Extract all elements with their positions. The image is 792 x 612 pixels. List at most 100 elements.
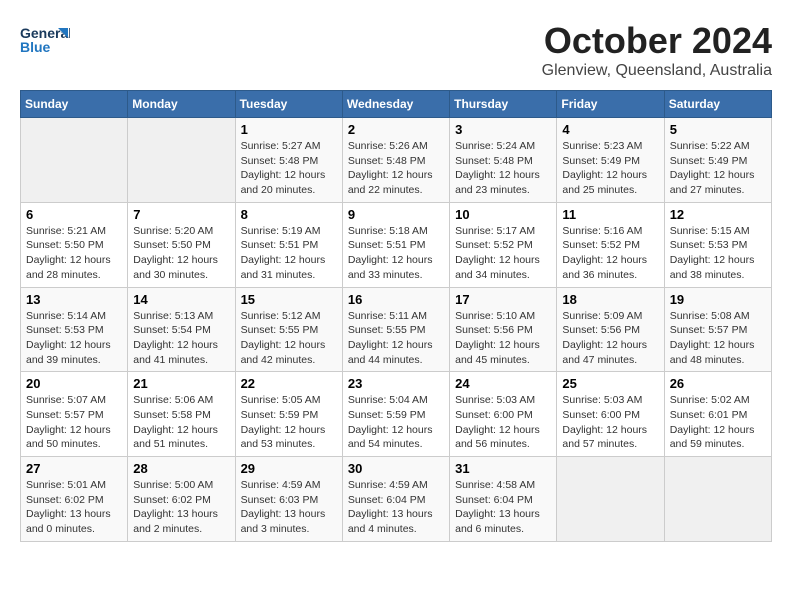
logo-icon: General Blue — [20, 20, 70, 60]
calendar-cell: 14 Sunrise: 5:13 AM Sunset: 5:54 PM Dayli… — [128, 287, 235, 372]
column-header-monday: Monday — [128, 91, 235, 118]
calendar-cell: 6 Sunrise: 5:21 AM Sunset: 5:50 PM Daylig… — [21, 202, 128, 287]
day-info: Sunrise: 5:00 AM Sunset: 6:02 PM Dayligh… — [133, 478, 229, 537]
calendar-cell: 2 Sunrise: 5:26 AM Sunset: 5:48 PM Daylig… — [342, 118, 449, 203]
day-number: 18 — [562, 292, 658, 307]
day-info: Sunrise: 5:18 AM Sunset: 5:51 PM Dayligh… — [348, 224, 444, 283]
day-info: Sunrise: 4:59 AM Sunset: 6:04 PM Dayligh… — [348, 478, 444, 537]
day-info: Sunrise: 5:06 AM Sunset: 5:58 PM Dayligh… — [133, 393, 229, 452]
day-number: 29 — [241, 461, 337, 476]
day-info: Sunrise: 5:05 AM Sunset: 5:59 PM Dayligh… — [241, 393, 337, 452]
day-info: Sunrise: 5:09 AM Sunset: 5:56 PM Dayligh… — [562, 309, 658, 368]
day-number: 13 — [26, 292, 122, 307]
day-number: 16 — [348, 292, 444, 307]
day-info: Sunrise: 5:22 AM Sunset: 5:49 PM Dayligh… — [670, 139, 766, 198]
calendar-cell: 24 Sunrise: 5:03 AM Sunset: 6:00 PM Dayli… — [450, 372, 557, 457]
day-info: Sunrise: 5:13 AM Sunset: 5:54 PM Dayligh… — [133, 309, 229, 368]
day-number: 10 — [455, 207, 551, 222]
calendar-cell — [664, 457, 771, 542]
page-header: General Blue October 2024 Glenview, Quee… — [20, 20, 772, 80]
column-header-saturday: Saturday — [664, 91, 771, 118]
calendar-cell — [557, 457, 664, 542]
day-number: 5 — [670, 122, 766, 137]
day-info: Sunrise: 5:19 AM Sunset: 5:51 PM Dayligh… — [241, 224, 337, 283]
calendar-cell: 1 Sunrise: 5:27 AM Sunset: 5:48 PM Daylig… — [235, 118, 342, 203]
day-number: 27 — [26, 461, 122, 476]
day-number: 28 — [133, 461, 229, 476]
day-info: Sunrise: 5:27 AM Sunset: 5:48 PM Dayligh… — [241, 139, 337, 198]
calendar-cell: 19 Sunrise: 5:08 AM Sunset: 5:57 PM Dayli… — [664, 287, 771, 372]
day-number: 7 — [133, 207, 229, 222]
calendar-cell: 17Sunrise: 5:10 AM Sunset: 5:56 PM Dayli… — [450, 287, 557, 372]
day-info: Sunrise: 5:14 AM Sunset: 5:53 PM Dayligh… — [26, 309, 122, 368]
day-info: Sunrise: 5:17 AM Sunset: 5:52 PM Dayligh… — [455, 224, 551, 283]
calendar-cell: 27Sunrise: 5:01 AM Sunset: 6:02 PM Dayli… — [21, 457, 128, 542]
calendar-cell: 26 Sunrise: 5:02 AM Sunset: 6:01 PM Dayli… — [664, 372, 771, 457]
day-number: 1 — [241, 122, 337, 137]
calendar-cell — [21, 118, 128, 203]
svg-text:Blue: Blue — [20, 39, 51, 55]
day-number: 12 — [670, 207, 766, 222]
day-info: Sunrise: 5:02 AM Sunset: 6:01 PM Dayligh… — [670, 393, 766, 452]
day-number: 9 — [348, 207, 444, 222]
day-number: 25 — [562, 376, 658, 391]
day-info: Sunrise: 5:23 AM Sunset: 5:49 PM Dayligh… — [562, 139, 658, 198]
day-number: 31 — [455, 461, 551, 476]
day-info: Sunrise: 5:07 AM Sunset: 5:57 PM Dayligh… — [26, 393, 122, 452]
calendar-cell: 9 Sunrise: 5:18 AM Sunset: 5:51 PM Daylig… — [342, 202, 449, 287]
day-number: 22 — [241, 376, 337, 391]
column-header-tuesday: Tuesday — [235, 91, 342, 118]
day-info: Sunrise: 5:03 AM Sunset: 6:00 PM Dayligh… — [455, 393, 551, 452]
calendar-cell: 12 Sunrise: 5:15 AM Sunset: 5:53 PM Dayli… — [664, 202, 771, 287]
calendar-cell: 5 Sunrise: 5:22 AM Sunset: 5:49 PM Daylig… — [664, 118, 771, 203]
day-number: 8 — [241, 207, 337, 222]
day-info: Sunrise: 5:12 AM Sunset: 5:55 PM Dayligh… — [241, 309, 337, 368]
calendar-cell: 18 Sunrise: 5:09 AM Sunset: 5:56 PM Dayli… — [557, 287, 664, 372]
calendar-cell: 25 Sunrise: 5:03 AM Sunset: 6:00 PM Dayli… — [557, 372, 664, 457]
day-info: Sunrise: 5:03 AM Sunset: 6:00 PM Dayligh… — [562, 393, 658, 452]
day-number: 6 — [26, 207, 122, 222]
day-info: Sunrise: 5:11 AM Sunset: 5:55 PM Dayligh… — [348, 309, 444, 368]
calendar-cell: 4Sunrise: 5:23 AM Sunset: 5:49 PM Daylig… — [557, 118, 664, 203]
calendar-cell: 28 Sunrise: 5:00 AM Sunset: 6:02 PM Dayli… — [128, 457, 235, 542]
day-info: Sunrise: 5:21 AM Sunset: 5:50 PM Dayligh… — [26, 224, 122, 283]
column-header-friday: Friday — [557, 91, 664, 118]
calendar-cell: 3 Sunrise: 5:24 AM Sunset: 5:48 PM Daylig… — [450, 118, 557, 203]
day-number: 2 — [348, 122, 444, 137]
calendar-cell: 20 Sunrise: 5:07 AM Sunset: 5:57 PM Dayli… — [21, 372, 128, 457]
day-number: 19 — [670, 292, 766, 307]
day-info: Sunrise: 4:59 AM Sunset: 6:03 PM Dayligh… — [241, 478, 337, 537]
day-info: Sunrise: 5:26 AM Sunset: 5:48 PM Dayligh… — [348, 139, 444, 198]
day-number: 24 — [455, 376, 551, 391]
calendar-cell: 21Sunrise: 5:06 AM Sunset: 5:58 PM Dayli… — [128, 372, 235, 457]
title-block: October 2024 Glenview, Queensland, Austr… — [542, 20, 772, 80]
calendar-cell: 7Sunrise: 5:20 AM Sunset: 5:50 PM Daylig… — [128, 202, 235, 287]
day-info: Sunrise: 5:15 AM Sunset: 5:53 PM Dayligh… — [670, 224, 766, 283]
logo: General Blue — [20, 20, 74, 60]
calendar-table: SundayMondayTuesdayWednesdayThursdayFrid… — [20, 90, 772, 542]
calendar-cell: 10 Sunrise: 5:17 AM Sunset: 5:52 PM Dayli… — [450, 202, 557, 287]
month-title: October 2024 — [542, 20, 772, 62]
calendar-cell: 23 Sunrise: 5:04 AM Sunset: 5:59 PM Dayli… — [342, 372, 449, 457]
location-title: Glenview, Queensland, Australia — [542, 62, 772, 80]
calendar-cell: 31 Sunrise: 4:58 AM Sunset: 6:04 PM Dayli… — [450, 457, 557, 542]
day-info: Sunrise: 5:24 AM Sunset: 5:48 PM Dayligh… — [455, 139, 551, 198]
day-number: 17 — [455, 292, 551, 307]
day-info: Sunrise: 4:58 AM Sunset: 6:04 PM Dayligh… — [455, 478, 551, 537]
calendar-cell: 16 Sunrise: 5:11 AM Sunset: 5:55 PM Dayli… — [342, 287, 449, 372]
day-info: Sunrise: 5:08 AM Sunset: 5:57 PM Dayligh… — [670, 309, 766, 368]
day-number: 3 — [455, 122, 551, 137]
day-number: 14 — [133, 292, 229, 307]
calendar-cell: 22 Sunrise: 5:05 AM Sunset: 5:59 PM Dayli… — [235, 372, 342, 457]
calendar-cell — [128, 118, 235, 203]
day-number: 26 — [670, 376, 766, 391]
day-number: 23 — [348, 376, 444, 391]
day-number: 11 — [562, 207, 658, 222]
day-info: Sunrise: 5:04 AM Sunset: 5:59 PM Dayligh… — [348, 393, 444, 452]
column-header-sunday: Sunday — [21, 91, 128, 118]
column-header-thursday: Thursday — [450, 91, 557, 118]
day-info: Sunrise: 5:16 AM Sunset: 5:52 PM Dayligh… — [562, 224, 658, 283]
calendar-cell: 13 Sunrise: 5:14 AM Sunset: 5:53 PM Dayli… — [21, 287, 128, 372]
day-number: 20 — [26, 376, 122, 391]
calendar-cell: 15Sunrise: 5:12 AM Sunset: 5:55 PM Dayli… — [235, 287, 342, 372]
